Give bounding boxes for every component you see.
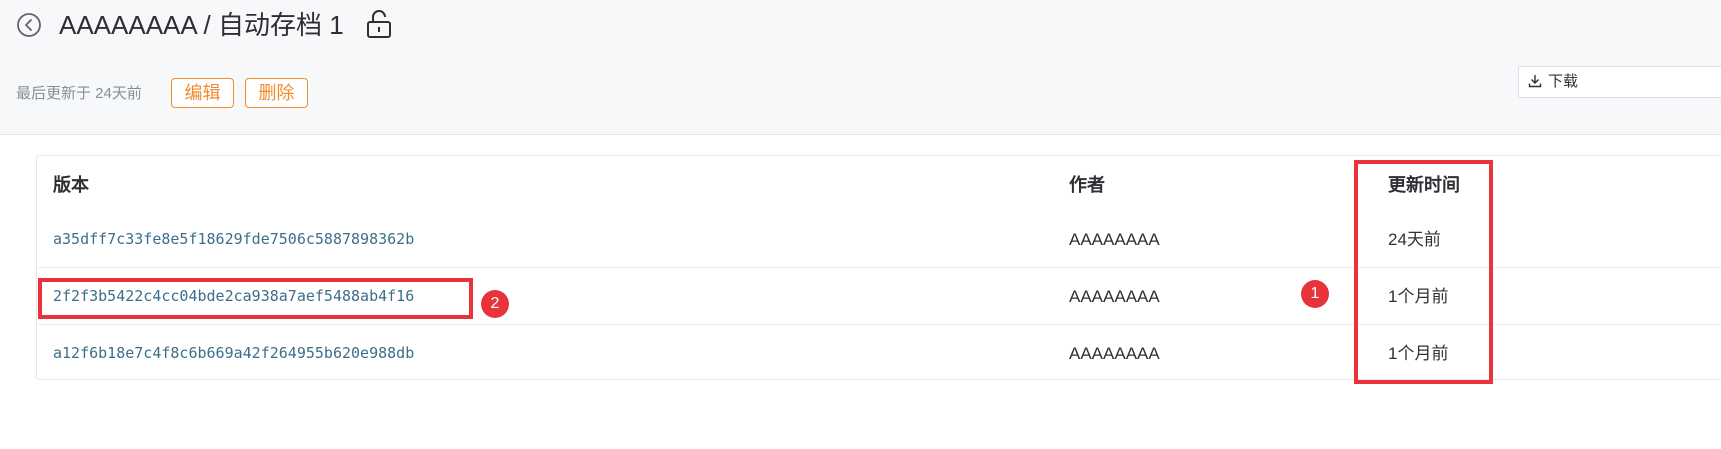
back-icon[interactable] xyxy=(16,12,42,38)
time-cell: 24天前 xyxy=(1388,230,1441,249)
table-row: a35dff7c33fe8e5f18629fde7506c5887898362b… xyxy=(37,211,1721,268)
version-hash-link[interactable]: a12f6b18e7c4f8c6b669a42f264955b620e988db xyxy=(53,325,414,382)
download-button[interactable]: 下载 xyxy=(1518,66,1721,98)
annotation-badge-2: 2 xyxy=(481,290,509,318)
annotation-badge-1: 1 xyxy=(1301,280,1329,308)
version-table: 版本 作者 更新时间 a35dff7c33fe8e5f18629fde7506c… xyxy=(36,155,1721,380)
author-cell: AAAAAAAA xyxy=(1069,287,1160,306)
table-row: a12f6b18e7c4f8c6b669a42f264955b620e988db… xyxy=(37,324,1721,381)
table-row: 2f2f3b5422c4cc04bde2ca938a7aef5488ab4f16… xyxy=(37,267,1721,324)
version-hash-link[interactable]: 2f2f3b5422c4cc04bde2ca938a7aef5488ab4f16 xyxy=(53,268,414,325)
lock-icon[interactable] xyxy=(366,9,392,39)
edit-button[interactable]: 编辑 xyxy=(171,78,234,108)
author-cell: AAAAAAAA xyxy=(1069,230,1160,249)
download-icon xyxy=(1528,75,1542,88)
delete-button[interactable]: 删除 xyxy=(245,78,308,108)
last-updated-text: 最后更新于 24天前 xyxy=(16,85,142,102)
time-cell: 1个月前 xyxy=(1388,344,1449,363)
page-header: AAAAAAAA / 自动存档 1 最后更新于 24天前 编辑 删除 下载 xyxy=(0,0,1721,135)
column-header-time: 更新时间 xyxy=(1388,175,1460,195)
column-header-version: 版本 xyxy=(53,175,89,195)
author-cell: AAAAAAAA xyxy=(1069,344,1160,363)
page-title: AAAAAAAA / 自动存档 1 xyxy=(59,10,344,40)
version-hash-link[interactable]: a35dff7c33fe8e5f18629fde7506c5887898362b xyxy=(53,211,414,268)
download-label: 下载 xyxy=(1548,73,1579,90)
time-cell: 1个月前 xyxy=(1388,287,1449,306)
column-header-author: 作者 xyxy=(1069,175,1105,195)
